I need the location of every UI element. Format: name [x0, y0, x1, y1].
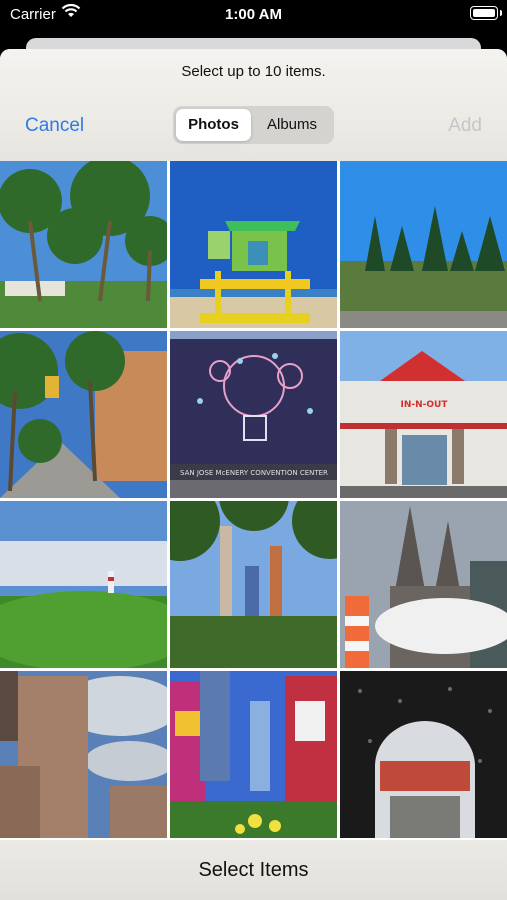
- cancel-button[interactable]: Cancel: [25, 115, 84, 137]
- photo-thumbnail-lifeguard-tower[interactable]: [170, 161, 337, 328]
- segment-albums[interactable]: Albums: [253, 109, 331, 141]
- photo-thumbnail-pine-trees[interactable]: [340, 161, 507, 328]
- source-segmented-control: Photos Albums: [173, 106, 334, 144]
- photo-picker-sheet: Select up to 10 items. Cancel Photos Alb…: [0, 49, 507, 900]
- photo-thumbnail-palm-trees[interactable]: [0, 161, 167, 328]
- convention-center-sign: SAN JOSE McENERY CONVENTION CENTER: [180, 469, 328, 477]
- battery-icon: [470, 6, 498, 20]
- photo-thumbnail-times-square[interactable]: [170, 671, 337, 838]
- photo-thumbnail-street-with-trees[interactable]: [0, 331, 167, 498]
- photo-thumbnail-convention-center-mural[interactable]: SAN JOSE McENERY CONVENTION CENTER: [170, 331, 337, 498]
- photo-thumbnail-rainy-windshield-arch[interactable]: [340, 671, 507, 838]
- add-button[interactable]: Add: [448, 115, 482, 137]
- segment-photos[interactable]: Photos: [176, 109, 251, 141]
- status-bar: Carrier 1:00 AM: [0, 0, 507, 30]
- status-time: 1:00 AM: [225, 6, 282, 23]
- photo-thumbnail-tall-building-clouds[interactable]: [0, 671, 167, 838]
- select-items-toolbar: Select Items: [0, 840, 507, 900]
- photo-thumbnail-city-skyline-trees[interactable]: [170, 501, 337, 668]
- selection-limit-prompt: Select up to 10 items.: [181, 63, 326, 80]
- photo-thumbnail-lighthouse-field[interactable]: [0, 501, 167, 668]
- photo-thumbnail-cathedral-steam[interactable]: [340, 501, 507, 668]
- picker-header: Select up to 10 items. Cancel Photos Alb…: [0, 49, 507, 161]
- select-items-label[interactable]: Select Items: [198, 859, 308, 881]
- photo-thumbnail-in-n-out-store[interactable]: IN-N-OUT: [340, 331, 507, 498]
- in-n-out-sign: IN-N-OUT: [401, 400, 449, 410]
